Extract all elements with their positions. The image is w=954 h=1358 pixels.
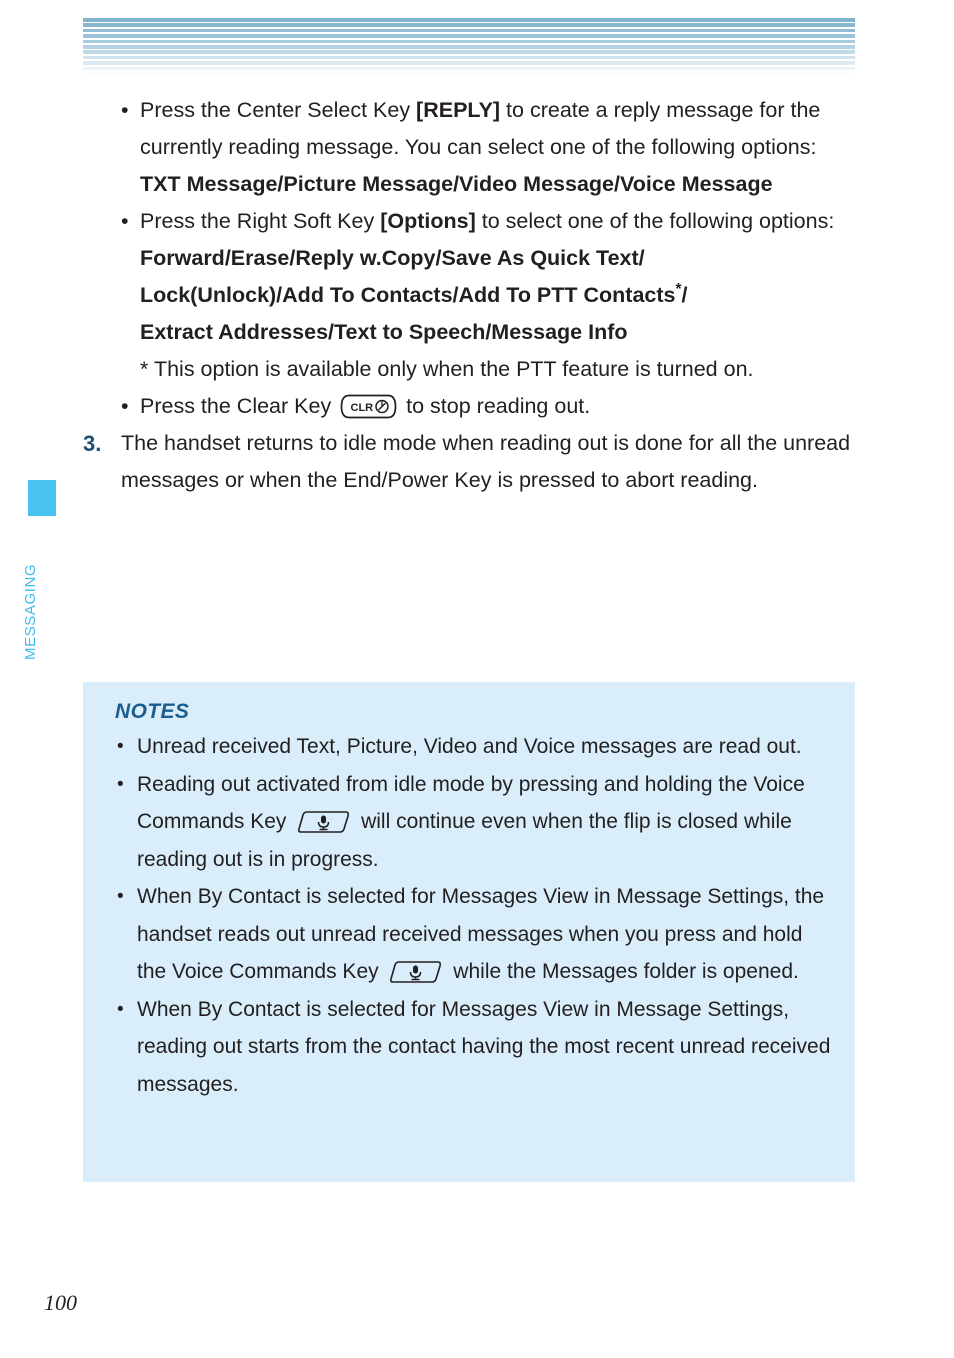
note-text: When By Contact is selected for Messages… bbox=[137, 997, 831, 1096]
bullet-clear-key: • Press the Clear Key CLR to stop reading… bbox=[111, 388, 873, 425]
bullet-dot: • bbox=[121, 394, 129, 418]
step-text: The handset returns to idle mode when re… bbox=[121, 431, 851, 492]
bullet-text-part1: Press the Center Select Key bbox=[140, 98, 417, 122]
header-stripe bbox=[83, 18, 855, 22]
bullet-dot: • bbox=[117, 998, 124, 1020]
note-item: • Unread received Text, Picture, Video a… bbox=[115, 728, 833, 766]
notes-list: • Unread received Text, Picture, Video a… bbox=[105, 728, 833, 1103]
note-item: • Reading out activated from idle mode by… bbox=[115, 766, 833, 879]
options-list-line-3: Extract Addresses/Text to Speech/Message… bbox=[140, 320, 628, 344]
options-line2-slash: / bbox=[681, 283, 688, 307]
bullet-text-part1: Press the Clear Key bbox=[140, 394, 338, 418]
bullet-dot: • bbox=[117, 773, 124, 795]
note-item: • When By Contact is selected for Messag… bbox=[115, 991, 833, 1104]
reply-options-list: TXT Message/Picture Message/Video Messag… bbox=[140, 172, 773, 196]
header-stripe bbox=[83, 66, 855, 71]
section-tab-label: MESSAGING bbox=[22, 563, 39, 660]
main-content: • Press the Center Select Key [REPLY] to… bbox=[83, 92, 873, 499]
bullet-dot: • bbox=[121, 209, 129, 233]
step-number: 3. bbox=[83, 431, 102, 456]
bullet-center-select-key: • Press the Center Select Key [REPLY] to… bbox=[111, 92, 873, 166]
header-stripe bbox=[83, 61, 855, 65]
options-line2-text: Lock(Unlock)/Add To Contacts/Add To PTT … bbox=[140, 283, 676, 307]
options-list-line-2: Lock(Unlock)/Add To Contacts/Add To PTT … bbox=[140, 277, 873, 314]
note-text-part2: while the Messages folder is opened. bbox=[447, 960, 799, 983]
notes-box: NOTES • Unread received Text, Picture, V… bbox=[83, 682, 855, 1182]
ptt-footnote: * This option is available only when the… bbox=[140, 357, 754, 381]
header-stripe bbox=[83, 39, 855, 44]
clear-key-icon: CLR bbox=[340, 394, 397, 419]
header-stripe bbox=[83, 28, 855, 33]
header-stripe bbox=[83, 23, 855, 27]
section-tab-marker bbox=[28, 480, 56, 516]
note-text: Unread received Text, Picture, Video and… bbox=[137, 735, 802, 758]
header-stripe bbox=[83, 55, 855, 60]
note-item: • When By Contact is selected for Message… bbox=[115, 878, 833, 991]
voice-commands-key-icon bbox=[388, 959, 443, 985]
header-stripe bbox=[83, 34, 855, 38]
options-list-line-1: Forward/Erase/Reply w.Copy/Save As Quick… bbox=[140, 246, 645, 270]
header-stripe bbox=[83, 71, 855, 76]
page-number: 100 bbox=[44, 1290, 77, 1315]
voice-commands-key-icon bbox=[296, 809, 351, 835]
notes-title: NOTES bbox=[115, 700, 190, 723]
bullet-dot: • bbox=[121, 98, 129, 122]
bullet-dot: • bbox=[117, 886, 124, 907]
step-3: 3. The handset returns to idle mode when… bbox=[83, 425, 873, 499]
reply-key-label: [REPLY] bbox=[416, 98, 501, 122]
bullet-text-part2: to select one of the following options: bbox=[475, 209, 835, 233]
options-key-label: [Options] bbox=[380, 209, 476, 233]
header-stripe-band bbox=[83, 18, 855, 78]
bullet-right-soft-key: • Press the Right Soft Key [Options] to … bbox=[111, 203, 873, 240]
bullet-text-part2: to stop reading out. bbox=[400, 394, 591, 418]
bullet-text-part1: Press the Right Soft Key bbox=[140, 209, 381, 233]
header-stripe bbox=[83, 50, 855, 54]
bullet-dot: • bbox=[117, 736, 124, 757]
header-stripe bbox=[83, 44, 855, 49]
svg-text:CLR: CLR bbox=[351, 402, 374, 414]
